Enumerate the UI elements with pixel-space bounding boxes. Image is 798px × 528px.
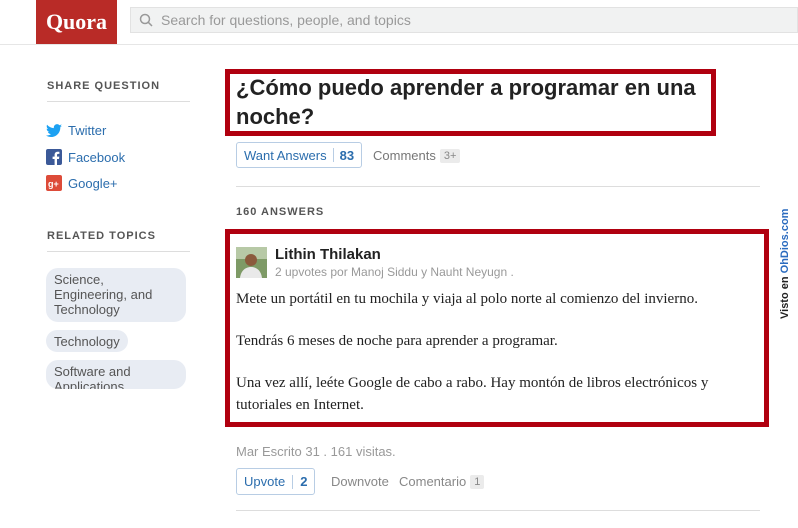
search-icon [139,13,153,27]
share-google-plus-label: Google+ [68,175,118,191]
answer-paragraph: Una vez allí, leéte Google de cabo a rab… [236,375,709,413]
avatar-photo [236,247,267,278]
button-separator [292,474,294,489]
answer-paragraph: Mete un portátil en tu mochila y viaja a… [236,291,698,307]
question-title: ¿Cómo puedo aprender a programar en una … [236,75,696,129]
answer-upvoters[interactable]: 2 upvotes por Manoj Siddu y Nauht Neyugn… [275,265,514,279]
comment-count: 1 [470,474,485,489]
topic-tag[interactable]: Software and Applications [46,360,186,389]
avatar[interactable] [236,247,267,278]
comments-link[interactable]: Comments 3+ [373,148,461,163]
related-topics-heading: RELATED TOPICS [47,230,156,242]
want-answers-count: 83 [339,147,355,163]
svg-text:Visto en OhDios.com: Visto en OhDios.com [779,208,791,319]
upvote-count: 2 [300,474,308,489]
comments-label: Comments [373,148,436,163]
answer-author[interactable]: Lithin Thilakan [275,246,381,263]
share-twitter-link[interactable]: Twitter [46,123,106,138]
answer-paragraph: Tendrás 6 meses de noche para aprender a… [236,333,558,349]
answers-count-heading: 160 ANSWERS [236,206,325,218]
comments-count: 3+ [439,148,461,163]
share-google-plus-link[interactable]: g+ Google+ [46,175,118,191]
header-divider [0,44,798,45]
section-divider [236,186,760,187]
search-bar[interactable] [130,7,798,33]
downvote-button[interactable]: Downvote [331,474,389,489]
search-input[interactable] [159,11,763,29]
facebook-icon [46,149,62,165]
watermark-brand: OhDios.com [779,208,791,273]
comment-button[interactable]: Comentario 1 [399,474,485,489]
want-answers-button[interactable]: Want Answers 83 [236,142,363,168]
comment-label: Comentario [399,474,467,489]
sidebar-divider [47,251,190,252]
svg-text:g+: g+ [48,179,59,189]
button-separator [332,148,334,162]
share-facebook-label: Facebook [68,149,126,165]
upvote-button[interactable]: Upvote 2 [236,468,316,495]
twitter-icon [46,123,62,137]
sidebar-divider [47,101,190,102]
section-divider [236,510,760,511]
google-plus-icon: g+ [46,175,62,191]
want-answers-label: Want Answers [244,147,327,163]
answer-meta[interactable]: Mar Escrito 31 . 161 visitas. [236,444,396,459]
quora-logo[interactable]: Quora [36,0,117,44]
share-twitter-label: Twitter [68,123,107,138]
share-facebook-link[interactable]: Facebook [46,149,125,165]
topic-tag[interactable]: Science, Engineering, and Technology [46,268,186,322]
watermark: Visto en OhDios.com [779,208,791,319]
share-question-heading: SHARE QUESTION [47,80,161,92]
watermark-prefix: Visto en [779,273,791,319]
upvote-label: Upvote [244,474,286,489]
topic-tag[interactable]: Technology [46,330,128,352]
